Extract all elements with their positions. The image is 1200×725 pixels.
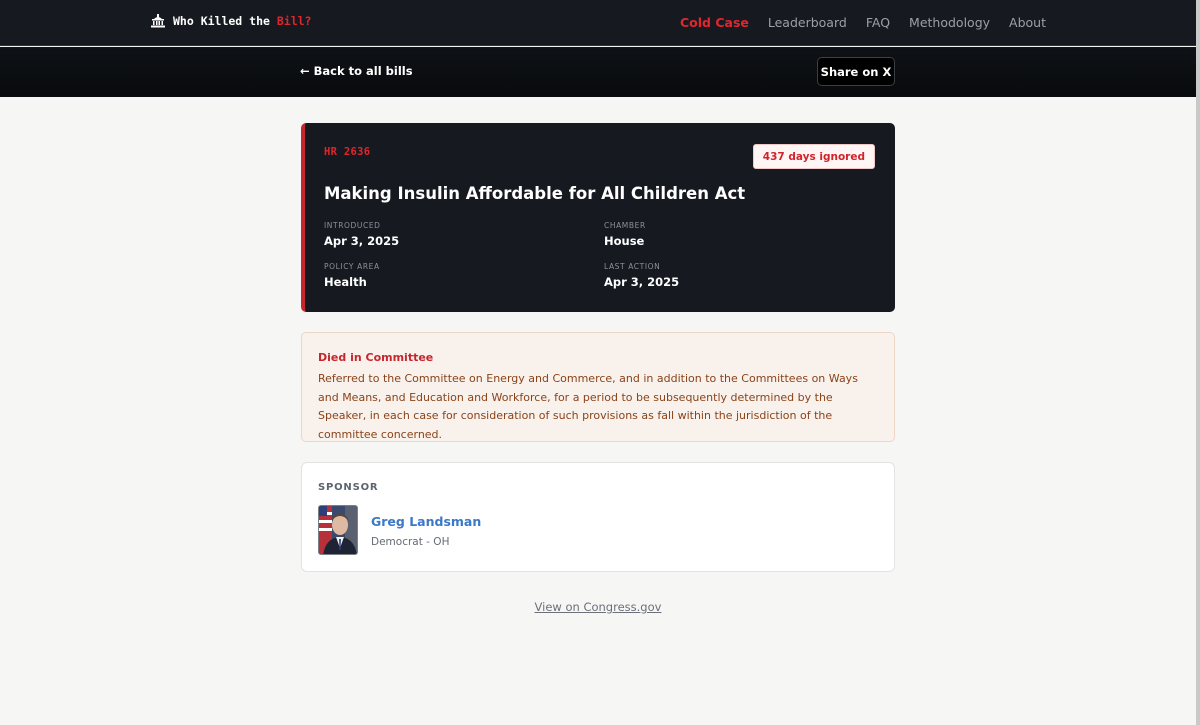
congress-link-container: View on Congress.gov	[0, 596, 1196, 615]
meta-label: Policy Area	[324, 262, 380, 271]
bill-card: HR 2636 437 days ignored Making Insulin …	[301, 123, 895, 312]
meta-label: Chamber	[604, 221, 646, 230]
meta-value: House	[604, 234, 645, 248]
status-title: Died in Committee	[318, 351, 434, 364]
meta-policy-area: Policy Area Health	[324, 262, 584, 289]
brand-logo[interactable]: Who Killed the Bill?	[150, 14, 311, 28]
status-box: Died in Committee Referred to the Commit…	[301, 332, 895, 442]
status-description: Referred to the Committee on Energy and …	[318, 372, 858, 441]
sponsor-card: SPONSOR Greg Landsman Democrat - OH	[301, 462, 895, 572]
scrollbar[interactable]	[1196, 0, 1200, 725]
meta-label: Last Action	[604, 262, 661, 271]
meta-value: Apr 3, 2025	[604, 275, 680, 289]
view-on-congress-link[interactable]: View on Congress.gov	[535, 600, 662, 614]
nav-links: Cold Case Leaderboard FAQ Methodology Ab…	[680, 15, 1046, 30]
nav-link-faq[interactable]: FAQ	[866, 15, 890, 30]
nav-link-about[interactable]: About	[1009, 15, 1046, 30]
sponsor-avatar	[318, 505, 358, 555]
top-navigation: Who Killed the Bill? Cold Case Leaderboa…	[0, 0, 1196, 46]
days-ignored-badge: 437 days ignored	[752, 144, 875, 169]
bill-title: Making Insulin Affordable for All Childr…	[324, 184, 746, 203]
meta-value: Health	[324, 275, 367, 289]
capitol-icon	[150, 14, 166, 28]
sub-header-bar: ← Back to all bills Share on X	[0, 47, 1196, 97]
bill-id: HR 2636	[324, 146, 371, 158]
sponsor-party: Democrat - OH	[371, 536, 450, 548]
meta-introduced: Introduced Apr 3, 2025	[324, 221, 584, 248]
sponsor-name-link[interactable]: Greg Landsman	[371, 514, 481, 529]
meta-label: Introduced	[324, 221, 381, 230]
nav-link-methodology[interactable]: Methodology	[909, 15, 990, 30]
sponsor-label: SPONSOR	[318, 482, 379, 493]
nav-link-leaderboard[interactable]: Leaderboard	[768, 15, 847, 30]
meta-last-action: Last Action Apr 3, 2025	[604, 262, 864, 289]
brand-text: Who Killed the Bill?	[173, 14, 312, 28]
nav-link-cold-case[interactable]: Cold Case	[680, 15, 749, 30]
meta-value: Apr 3, 2025	[324, 234, 400, 248]
share-on-x-button[interactable]: Share on X	[817, 57, 895, 86]
back-to-all-bills-link[interactable]: ← Back to all bills	[300, 64, 413, 78]
brand-accent: Bill?	[276, 14, 312, 28]
meta-chamber: Chamber House	[604, 221, 864, 248]
